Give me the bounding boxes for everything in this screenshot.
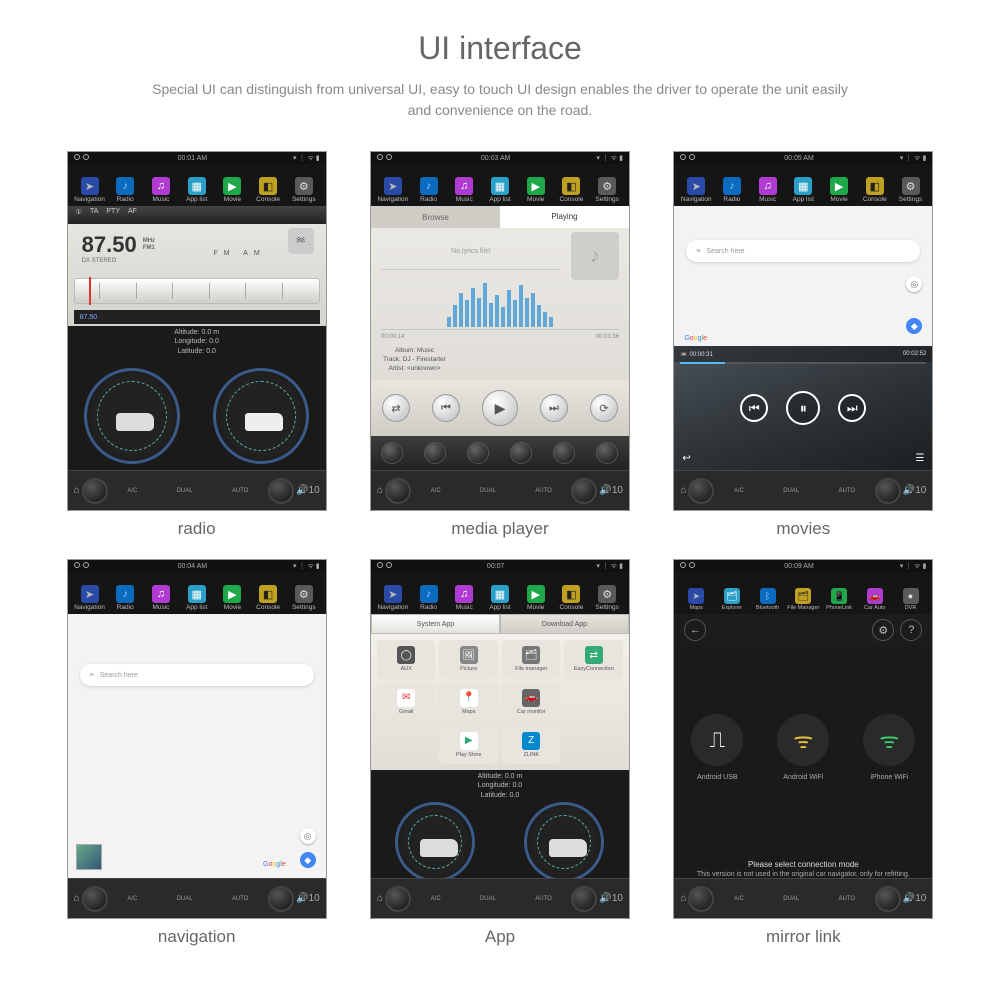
- thumb-app: 00:07▾ ⋮ ᯤ ▮ ➤Navigation ♪Radio ♫Music ▦…: [370, 559, 630, 919]
- applist-icon[interactable]: ▦App list: [179, 176, 215, 204]
- app-filemgr[interactable]: 🗂File manager: [502, 640, 561, 679]
- next-button[interactable]: ⏭: [838, 394, 866, 422]
- repeat-button[interactable]: ⟳: [590, 394, 618, 422]
- app-maps[interactable]: 📍Maps: [439, 683, 498, 722]
- caption-app: App: [485, 927, 515, 947]
- locate-button[interactable]: ◎: [300, 828, 316, 844]
- caption-mirror: mirror link: [766, 927, 841, 947]
- next-button[interactable]: ⏭: [540, 394, 568, 422]
- directions-button[interactable]: ◆: [906, 318, 922, 334]
- caption-nav: navigation: [158, 927, 236, 947]
- music-icon[interactable]: ♫Music: [143, 176, 179, 204]
- radio-icon[interactable]: ♪Radio: [107, 176, 143, 204]
- freq-value: 87.50: [82, 232, 137, 258]
- console-icon[interactable]: ◧Console: [250, 176, 286, 204]
- video-player[interactable]: 📼 00:00:3100:02:52 ⏮ ⏸ ⏭ ↩ ☰: [674, 346, 932, 470]
- tab-browse[interactable]: Browse: [371, 206, 500, 228]
- page-title: UI interface: [60, 30, 940, 67]
- settings-button[interactable]: ⚙: [872, 619, 894, 641]
- thumbnail-grid: 00:01 AM▾ ⋮ ᯤ ▮ ➤Navigation ♪Radio ♫Musi…: [60, 151, 940, 947]
- thumb-radio: 00:01 AM▾ ⋮ ᯤ ▮ ➤Navigation ♪Radio ♫Musi…: [67, 151, 327, 511]
- app-gmail[interactable]: ✉Gmail: [377, 683, 436, 722]
- tuner-dial[interactable]: [74, 278, 320, 304]
- opt-android-wifi[interactable]: ᯤAndroid WiFi: [777, 714, 829, 781]
- clock: 00:01 AM: [178, 155, 208, 162]
- caption-radio: radio: [178, 519, 216, 539]
- opt-android-usb[interactable]: ⎍Android USB: [691, 714, 743, 781]
- locate-button[interactable]: ◎: [906, 276, 922, 292]
- prev-button[interactable]: ⏮: [432, 394, 460, 422]
- ta-button[interactable]: TA: [90, 208, 98, 222]
- gauge-left: [84, 368, 180, 464]
- tab-playing[interactable]: Playing: [500, 206, 629, 228]
- menu-icon[interactable]: ☰: [915, 453, 924, 464]
- app-easyconn[interactable]: ⇄EasyConnection: [564, 640, 623, 679]
- tab-system-app[interactable]: System App: [371, 614, 500, 634]
- page-subtitle: Special UI can distinguish from universa…: [140, 79, 860, 121]
- home-button[interactable]: ⌂: [72, 485, 82, 496]
- map-thumb[interactable]: [76, 844, 102, 870]
- gauge-right: [213, 368, 309, 464]
- nav-icon[interactable]: ➤Navigation: [72, 176, 108, 204]
- return-icon[interactable]: ↩: [682, 453, 690, 464]
- tab-download-app[interactable]: Download App: [500, 614, 629, 634]
- settings-icon[interactable]: ⚙Settings: [286, 176, 322, 204]
- google-logo: Google: [684, 335, 707, 342]
- search-input[interactable]: ≡ Search here: [686, 240, 920, 262]
- app-zlink[interactable]: ZZLINK: [502, 725, 561, 764]
- prev-button[interactable]: ⏮: [740, 394, 768, 422]
- equalizer: [381, 278, 619, 330]
- album-art-icon: ♪: [571, 232, 619, 280]
- help-button[interactable]: ?: [900, 619, 922, 641]
- pause-button[interactable]: ⏸: [786, 391, 820, 425]
- pty-button[interactable]: PTY: [106, 208, 120, 222]
- left-knob[interactable]: [82, 478, 108, 504]
- thumb-movies: 00:05 AM▾ ⋮ ᯤ ▮ ➤Navigation ♪Radio ♫Musi…: [673, 151, 933, 511]
- back-button[interactable]: ←: [684, 619, 706, 641]
- movie-icon[interactable]: ▶Movie: [215, 176, 251, 204]
- caption-media: media player: [451, 519, 548, 539]
- directions-button[interactable]: ◆: [300, 852, 316, 868]
- opt-iphone-wifi[interactable]: ᯤiPhone WiFi: [863, 714, 915, 781]
- search-input[interactable]: ≡ Search here: [80, 664, 314, 686]
- app-picture[interactable]: 🖼Picture: [439, 640, 498, 679]
- thumb-nav: 00:04 AM▾ ⋮ ᯤ ▮ ➤Navigation ♪Radio ♫Musi…: [67, 559, 327, 919]
- thumb-media: 00:03 AM▾ ⋮ ᯤ ▮ ➤Navigation ♪Radio ♫Musi…: [370, 151, 630, 511]
- app-carmon[interactable]: 🚗Car monitor: [502, 683, 561, 722]
- thumb-mirror: 00:09 AM▾ ⋮ ᯤ ▮ ➤Maps 🗂Explorer ᛒBluetoo…: [673, 559, 933, 919]
- app-aux[interactable]: ◯AUX: [377, 640, 436, 679]
- play-button[interactable]: ▶: [482, 390, 518, 426]
- shuffle-button[interactable]: ⇄: [382, 394, 410, 422]
- app-playstore[interactable]: ▶Play Store: [439, 725, 498, 764]
- antenna-icon[interactable]: 🏁: [288, 228, 314, 254]
- preset-1[interactable]: 87.50: [80, 314, 98, 321]
- caption-movies: movies: [776, 519, 830, 539]
- af-button[interactable]: AF: [128, 208, 137, 222]
- right-knob[interactable]: [268, 478, 294, 504]
